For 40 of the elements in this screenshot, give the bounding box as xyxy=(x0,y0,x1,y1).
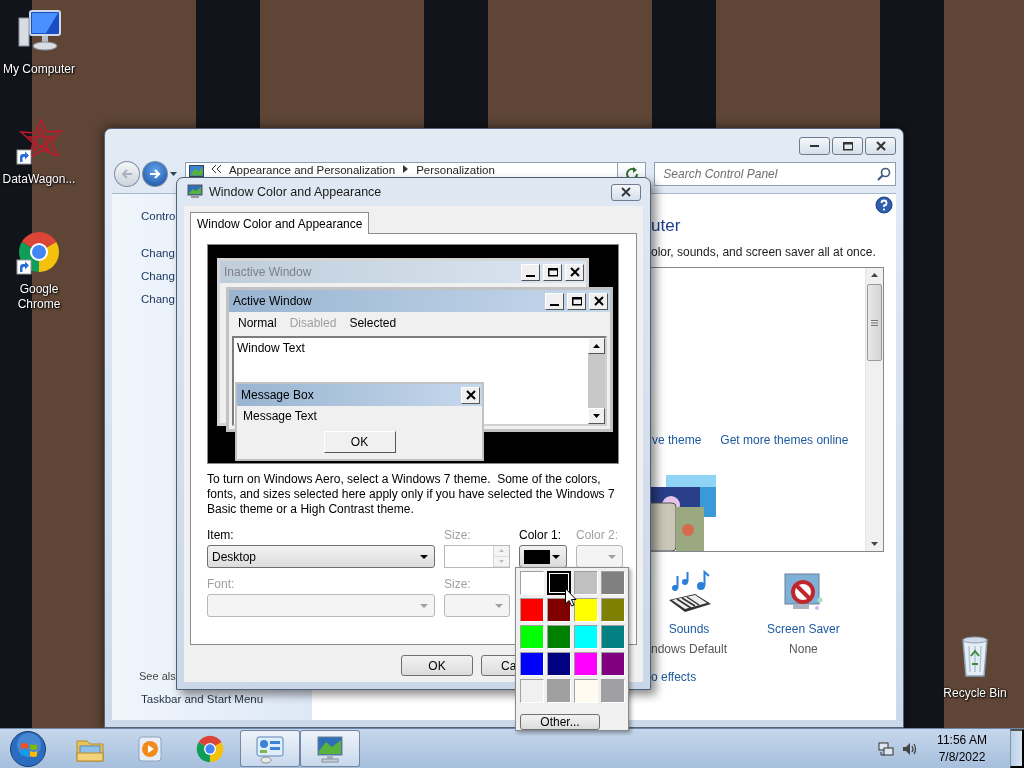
tab[interactable]: Window Color and Appearance xyxy=(190,212,370,234)
window-title: Inactive Window xyxy=(224,265,313,279)
link[interactable]: ve theme xyxy=(652,433,702,447)
page-description: olor, sounds, and screen saver all at once. xyxy=(651,245,877,260)
instructions-text: To turn on Windows Aero, select a Windows 7 theme. Some of the colors, fonts, and sizes selected here apply only if you have selected the Windows 7 Basic theme or a High Contrast theme. xyxy=(207,472,616,517)
breadcrumb-item[interactable]: Appearance and Personalization xyxy=(228,164,396,177)
link[interactable]: Get more themes online xyxy=(720,433,849,447)
ok-button[interactable]: OK xyxy=(323,431,396,453)
setting-value: ndows Default xyxy=(651,642,728,656)
message-text: Message Text xyxy=(242,408,318,425)
see-also-heading: See als xyxy=(139,669,177,684)
icon-label[interactable]: DataWagon... xyxy=(2,172,76,187)
search-field[interactable]: Search Control Panel xyxy=(654,162,896,186)
icon-label[interactable]: My Computer xyxy=(3,62,75,77)
ok-button[interactable]: OK xyxy=(401,655,473,676)
menu-item: Disabled xyxy=(289,316,337,330)
icon-label[interactable]: Google Chrome xyxy=(1,282,77,312)
page-heading: uter xyxy=(651,216,682,236)
icon-label[interactable]: Recycle Bin xyxy=(943,686,1007,701)
breadcrumb-item[interactable]: Personalization xyxy=(416,164,495,177)
window-title: Message Box xyxy=(241,388,315,402)
clock-time[interactable]: 11:56 AM xyxy=(937,731,987,749)
window-text: Window Text xyxy=(237,341,305,355)
field-label: Size: xyxy=(444,577,472,592)
window-title: Active Window xyxy=(233,294,313,308)
window-title: Window Color and Appearance xyxy=(209,185,383,199)
dropdown[interactable]: Desktop xyxy=(207,545,435,568)
setting-value: None xyxy=(789,642,818,656)
link[interactable]: o effects xyxy=(651,670,896,684)
setting-link[interactable]: Sounds xyxy=(668,622,710,636)
search-input[interactable]: Search Control Panel xyxy=(655,163,877,185)
field-label: Color 1: xyxy=(519,528,563,543)
field-label: Item: xyxy=(207,528,235,543)
field-label: Color 2: xyxy=(576,528,620,543)
field-label: Font: xyxy=(207,577,236,592)
sidebar-link[interactable]: Taskbar and Start Menu xyxy=(141,692,312,707)
clock-date[interactable]: 7/8/2022 xyxy=(938,748,986,766)
setting-link[interactable]: Screen Saver xyxy=(767,622,840,636)
other-colors-button[interactable]: Other... xyxy=(520,714,600,730)
field-label: Size: xyxy=(444,528,472,543)
